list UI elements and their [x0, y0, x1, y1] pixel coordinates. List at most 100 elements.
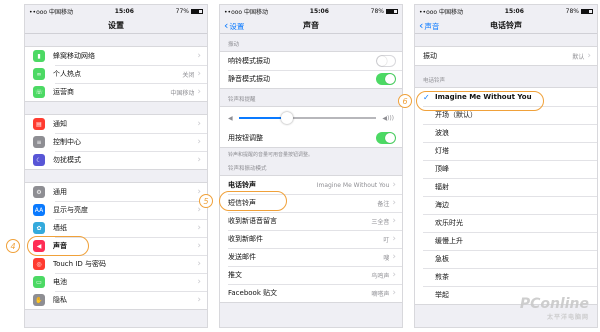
ringtone-item[interactable]: 煎茶	[415, 268, 597, 286]
new-voicemail-row[interactable]: 收到新语音留言 三全音 ›	[220, 212, 402, 230]
ringtone-label: 煎茶	[435, 273, 449, 281]
ringtone-label: 顶峰	[435, 165, 449, 173]
settings-item-sounds[interactable]: ◀ 声音 ›	[25, 237, 207, 255]
aa-icon: AA	[33, 204, 45, 216]
ringer-volume-slider[interactable]: ◀ ◀)))	[220, 107, 402, 129]
ringtone-label: 灯塔	[435, 147, 449, 155]
tweet-row[interactable]: 推文 鸟鸣声 ›	[220, 266, 402, 284]
ringtone-item[interactable]: 急板	[415, 250, 597, 268]
chevron-right-icon: ›	[392, 270, 396, 280]
ringtone-label: 开场（默认）	[435, 111, 477, 119]
gear-icon: ⚙	[33, 186, 45, 198]
navigation-bar: 设置	[25, 18, 207, 34]
settings-item-notifications[interactable]: ▤ 通知 ›	[25, 115, 207, 133]
carrier-label: ••ooo 中国移动	[224, 9, 268, 16]
row-label: 用按钮调整	[228, 134, 263, 142]
row-label: 振动	[423, 52, 437, 60]
ringtone-item[interactable]: 顶峰	[415, 160, 597, 178]
ringtone-item[interactable]: 开场（默认）	[415, 106, 597, 124]
chevron-right-icon: ›	[197, 223, 201, 233]
ringtone-item[interactable]: 缓慢上升	[415, 232, 597, 250]
ringtone-label: 辐射	[435, 183, 449, 191]
row-label: 收到新语音留言	[228, 217, 277, 225]
settings-item-value: 中国移动	[170, 89, 195, 97]
slider-thumb[interactable]	[280, 112, 293, 124]
settings-item-do-not-disturb[interactable]: ☾ 勿扰模式 ›	[25, 151, 207, 169]
settings-item-touch-id[interactable]: ◎ Touch ID 与密码 ›	[25, 255, 207, 273]
page-title: 电话铃声	[490, 21, 522, 30]
text-tone-row[interactable]: 短信铃声 备注 ›	[220, 194, 402, 212]
hotspot-icon: ∞	[33, 68, 45, 80]
chevron-right-icon: ›	[197, 69, 201, 79]
chevron-right-icon: ›	[197, 205, 201, 215]
callout-number-4: 4	[6, 239, 20, 253]
chevron-right-icon: ›	[197, 295, 201, 305]
settings-item-cellular[interactable]: ▮ 蜂窝移动网络 ›	[25, 47, 207, 65]
clock: 15:06	[309, 8, 329, 15]
ringtone-label: 急板	[435, 255, 449, 263]
vibrate-on-silent-toggle[interactable]	[376, 73, 396, 85]
chevron-left-icon: ‹	[224, 19, 229, 32]
row-value: 嗖	[383, 254, 390, 262]
row-value: 叮	[383, 236, 390, 244]
page-title: 声音	[303, 21, 319, 30]
settings-item-hotspot[interactable]: ∞ 个人热点 关闭 ›	[25, 65, 207, 83]
settings-item-label: 蜂窝移动网络	[53, 52, 95, 60]
vibrate-on-ring-toggle[interactable]	[376, 55, 396, 67]
speaker-high-icon: ◀)))	[382, 114, 394, 122]
settings-item-general[interactable]: ⚙ 通用 ›	[25, 183, 207, 201]
settings-item-label: 显示与亮度	[53, 206, 88, 214]
new-mail-row[interactable]: 收到新邮件 叮 ›	[220, 230, 402, 248]
ringtone-item[interactable]: 海边	[415, 196, 597, 214]
settings-item-value: 关闭	[182, 71, 195, 79]
ringtone-label: 缓慢上升	[435, 237, 463, 245]
settings-group-general: ⚙ 通用 › AA 显示与亮度 › ✿ 墙纸 › ◀ 声音 › ◎ Touch …	[25, 182, 207, 310]
chevron-right-icon: ›	[197, 277, 201, 287]
settings-item-privacy[interactable]: ✋ 隐私 ›	[25, 291, 207, 309]
settings-item-wallpaper[interactable]: ✿ 墙纸 ›	[25, 219, 207, 237]
chevron-right-icon: ›	[197, 137, 201, 147]
sent-mail-row[interactable]: 发送邮件 嗖 ›	[220, 248, 402, 266]
chevron-right-icon: ›	[392, 216, 396, 226]
hand-icon: ✋	[33, 294, 45, 306]
back-button-label: 声音	[424, 21, 440, 31]
row-label: 发送邮件	[228, 253, 256, 261]
battery-icon	[580, 9, 593, 14]
ringtone-item[interactable]: 波浪	[415, 124, 597, 142]
ringtone-item[interactable]: 欢乐时光	[415, 214, 597, 232]
back-button[interactable]: ‹ 声音	[419, 18, 439, 34]
callout-number-6: 6	[398, 94, 412, 108]
row-value: 嘀嗒声	[371, 290, 390, 298]
settings-item-label: 电池	[53, 278, 67, 286]
page-title: 设置	[108, 21, 124, 30]
row-value: 三全音	[371, 218, 390, 226]
settings-item-display[interactable]: AA 显示与亮度 ›	[25, 201, 207, 219]
notifications-icon: ▤	[33, 118, 45, 130]
back-button[interactable]: ‹ 设置	[224, 18, 244, 34]
ringtone-item-selected[interactable]: ✓ Imagine Me Without You	[415, 88, 597, 106]
vibrate-on-silent-row: 静音模式振动	[220, 70, 402, 88]
speaker-icon: ◀	[33, 240, 45, 252]
carrier-label: ••ooo 中国移动	[419, 9, 463, 16]
ringtone-item[interactable]: 辐射	[415, 178, 597, 196]
change-with-buttons-toggle[interactable]	[376, 132, 396, 144]
settings-item-carrier[interactable]: ☏ 运营商 中国移动 ›	[25, 83, 207, 101]
checkmark-icon: ✓	[423, 92, 430, 102]
settings-screen: ••ooo 中国移动 15:06 77% 设置 ▮ 蜂窝移动网络 › ∞ 个人热…	[24, 4, 208, 328]
ringtone-row[interactable]: 电话铃声 Imagine Me Without You ›	[220, 176, 402, 194]
settings-item-label: 通知	[53, 120, 67, 128]
flower-icon: ✿	[33, 222, 45, 234]
row-label: 响铃模式振动	[228, 57, 270, 65]
ringtone-label: 海边	[435, 201, 449, 209]
settings-item-control-center[interactable]: ≡ 控制中心 ›	[25, 133, 207, 151]
slider-track[interactable]	[238, 112, 377, 124]
battery-percent: 78%	[565, 8, 579, 15]
navigation-bar: ‹ 声音 电话铃声	[415, 18, 597, 34]
chevron-right-icon: ›	[197, 155, 201, 165]
settings-item-battery[interactable]: ▭ 电池 ›	[25, 273, 207, 291]
carrier-phone-icon: ☏	[33, 86, 45, 98]
vibration-row[interactable]: 振动 默认 ›	[415, 47, 597, 65]
chevron-right-icon: ›	[197, 51, 201, 61]
facebook-post-row[interactable]: Facebook 贴文 嘀嗒声 ›	[220, 284, 402, 302]
ringtone-item[interactable]: 灯塔	[415, 142, 597, 160]
